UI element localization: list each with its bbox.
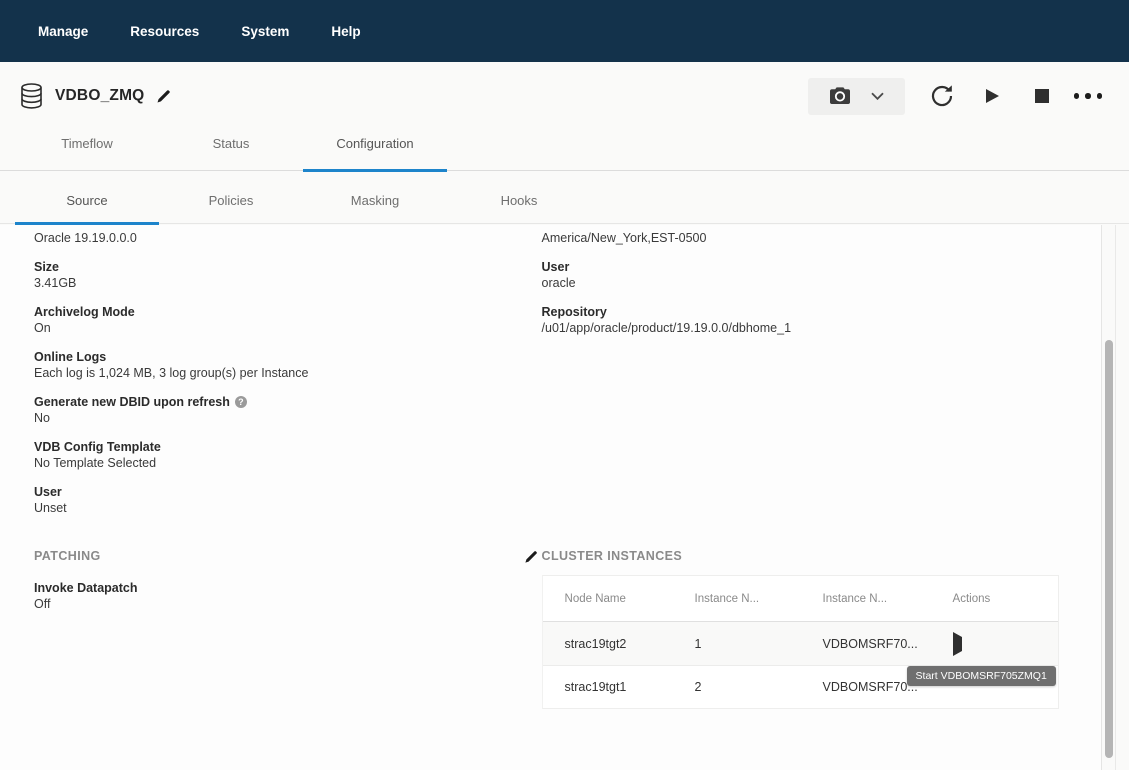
refresh-button[interactable] xyxy=(917,78,967,115)
nav-system[interactable]: System xyxy=(241,24,289,39)
cluster-instances-table: Node Name Instance N... Instance N... Ac… xyxy=(542,575,1059,709)
field-online-logs: Online Logs Each log is 1,024 MB, 3 log … xyxy=(34,349,534,381)
subtab-source[interactable]: Source xyxy=(15,171,159,223)
help-icon[interactable]: ? xyxy=(235,396,247,408)
primary-tabs: Timeflow Status Configuration xyxy=(0,130,1129,171)
field-database-version: Oracle 19.19.0.0.0 xyxy=(34,230,534,246)
nav-help[interactable]: Help xyxy=(331,24,360,39)
stop-icon xyxy=(1035,89,1049,103)
field-user-left: User Unset xyxy=(34,484,534,516)
nav-resources[interactable]: Resources xyxy=(130,24,199,39)
camera-icon xyxy=(829,87,851,105)
table-header-row: Node Name Instance N... Instance N... Ac… xyxy=(543,576,1058,622)
object-header: VDBO_ZMQ xyxy=(0,62,1129,130)
field-size: Size 3.41GB xyxy=(34,259,534,291)
nav-manage[interactable]: Manage xyxy=(38,24,88,39)
patching-section: PATCHING Invoke Datapatch Off xyxy=(0,549,534,709)
scrollbar-thumb[interactable] xyxy=(1105,340,1113,758)
pencil-icon[interactable] xyxy=(156,89,171,104)
tab-timeflow[interactable]: Timeflow xyxy=(15,130,159,170)
source-right-column: America/New_York,EST-0500 User oracle Re… xyxy=(534,225,1101,529)
snapshot-button[interactable] xyxy=(808,78,905,115)
top-navbar: Manage Resources System Help xyxy=(0,0,1129,62)
start-instance-tooltip: Start VDBOMSRF705ZMQ1 xyxy=(907,666,1056,686)
field-repository: Repository /u01/app/oracle/product/19.19… xyxy=(542,304,1101,336)
play-icon xyxy=(986,89,999,103)
col-instance-number: Instance N... xyxy=(673,593,801,605)
chevron-down-icon xyxy=(871,92,884,100)
configuration-subtabs: Source Policies Masking Hooks xyxy=(0,171,1129,224)
row-start-play-icon[interactable] xyxy=(953,632,962,656)
tab-configuration[interactable]: Configuration xyxy=(303,130,447,170)
field-vdb-config-template: VDB Config Template No Template Selected xyxy=(34,439,534,471)
field-user-right: User oracle xyxy=(542,259,1101,291)
source-panel: Oracle 19.19.0.0.0 Size 3.41GB Archivelo… xyxy=(0,225,1102,770)
table-row: strac19tgt2 1 VDBOMSRF70... xyxy=(543,622,1058,665)
field-generate-dbid: Generate new DBID upon refresh? No xyxy=(34,394,534,426)
subtab-hooks[interactable]: Hooks xyxy=(447,171,591,223)
col-actions: Actions xyxy=(931,593,1058,605)
tab-status[interactable]: Status xyxy=(159,130,303,170)
stop-button[interactable] xyxy=(1017,78,1067,115)
patching-title: PATCHING xyxy=(34,549,101,564)
col-instance-name: Instance N... xyxy=(801,593,931,605)
field-invoke-datapatch: Invoke Datapatch Off xyxy=(34,580,534,612)
cluster-instances-title: CLUSTER INSTANCES xyxy=(542,549,683,564)
database-icon xyxy=(20,83,43,109)
refresh-icon xyxy=(930,84,954,108)
page-title: VDBO_ZMQ xyxy=(55,87,144,105)
subtab-policies[interactable]: Policies xyxy=(159,171,303,223)
cluster-instances-section: CLUSTER INSTANCES Node Name Instance N..… xyxy=(534,549,1101,709)
subtab-masking[interactable]: Masking xyxy=(303,171,447,223)
field-archivelog-mode: Archivelog Mode On xyxy=(34,304,534,336)
start-button[interactable] xyxy=(967,78,1017,115)
source-left-column: Oracle 19.19.0.0.0 Size 3.41GB Archivelo… xyxy=(0,225,534,529)
field-timezone: America/New_York,EST-0500 xyxy=(542,230,1101,246)
scrollbar-track[interactable] xyxy=(1102,225,1116,770)
ellipsis-icon xyxy=(1074,93,1103,99)
more-actions-button[interactable] xyxy=(1067,78,1109,115)
col-node-name: Node Name xyxy=(543,593,673,605)
